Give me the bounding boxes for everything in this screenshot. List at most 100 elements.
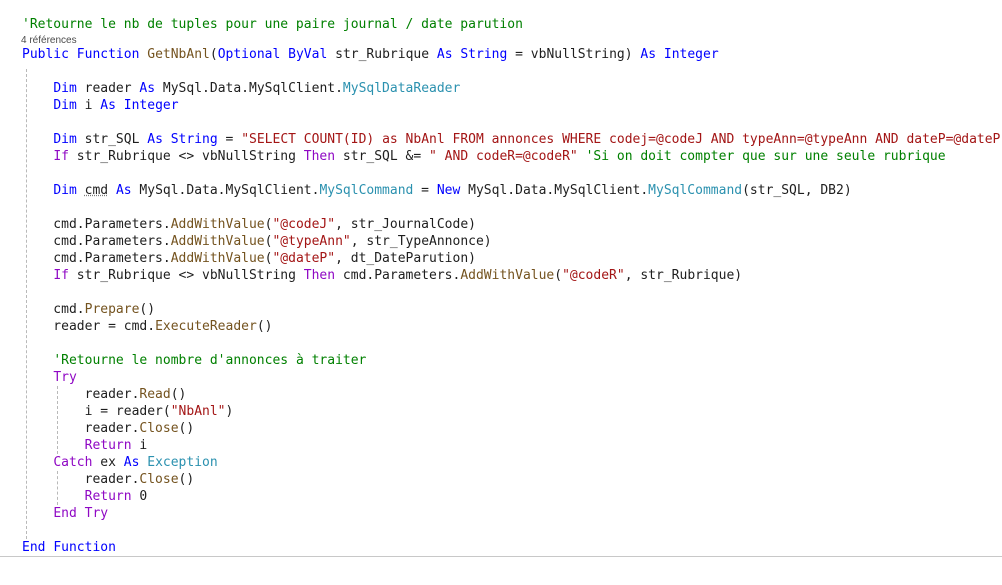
code-token: () — [178, 472, 195, 487]
code-line[interactable]: Dim str_SQL As String = "SELECT COUNT(ID… — [22, 131, 1002, 148]
code-token: Close — [139, 421, 179, 436]
code-token: Dim — [53, 183, 77, 198]
code-line[interactable]: Public Function GetNbAnl(Optional ByVal … — [22, 46, 719, 63]
code-token: str_SQL — [76, 132, 148, 147]
code-line[interactable]: i = reader("NbAnl") — [22, 403, 234, 420]
code-token: "@codeR" — [562, 268, 625, 283]
code-token: Return — [84, 489, 132, 504]
code-token: MySqlDataReader — [342, 81, 461, 96]
code-line[interactable]: reader.Close() — [22, 471, 195, 488]
code-line[interactable]: reader.Close() — [22, 420, 195, 437]
code-token: reader. — [22, 421, 140, 436]
code-line[interactable]: Catch ex As Exception — [22, 454, 218, 471]
code-token: Function — [53, 540, 116, 555]
code-token: Dim — [53, 81, 77, 96]
code-token: Close — [139, 472, 179, 487]
code-token: ( — [554, 268, 563, 283]
code-token: i = reader( — [22, 404, 171, 419]
code-token: String — [170, 132, 218, 147]
code-token: As — [436, 47, 453, 62]
code-token: Exception — [147, 455, 218, 470]
code-token: End — [53, 506, 77, 521]
editor-bottom-area — [0, 557, 1002, 585]
code-token: As — [100, 98, 116, 113]
code-line[interactable]: End Try — [22, 505, 108, 522]
code-token: 'Retourne le nb de tuples pour une paire… — [22, 17, 523, 32]
code-line[interactable]: If str_Rubrique <> vbNullString Then cmd… — [22, 267, 742, 284]
code-token: , dt_DateParution) — [335, 251, 476, 266]
code-line[interactable]: Try — [22, 369, 76, 386]
code-token: i — [76, 98, 101, 113]
indent-guide-catch — [57, 471, 58, 505]
code-token: "@dateP" — [272, 251, 336, 266]
code-line[interactable]: If str_Rubrique <> vbNullString Then str… — [22, 148, 946, 165]
code-line[interactable]: Dim cmd As MySql.Data.MySqlClient.MySqlC… — [22, 182, 852, 199]
codelens-references[interactable]: 4 références — [21, 35, 77, 47]
code-token: MySqlCommand — [648, 183, 743, 198]
code-token: GetNbAnl — [147, 47, 210, 62]
code-token: New — [436, 183, 461, 198]
code-token: Try — [84, 506, 109, 521]
code-token: cmd.Parameters. — [335, 268, 461, 283]
code-token: ) — [225, 404, 234, 419]
code-token: 'Si on doit compter que sur une seule ru… — [585, 149, 946, 164]
code-token: "@typeAnn" — [272, 234, 351, 249]
code-token: Dim — [53, 98, 77, 113]
code-token: () — [170, 387, 187, 402]
code-line[interactable]: Return i — [22, 437, 148, 454]
code-token: Dim — [53, 132, 77, 147]
code-line[interactable]: 'Retourne le nb de tuples pour une paire… — [22, 16, 523, 33]
code-token: AddWithValue — [170, 217, 265, 232]
code-token: (str_SQL, DB2) — [742, 183, 852, 198]
code-line[interactable]: Return 0 — [22, 488, 148, 505]
code-token: reader — [76, 81, 140, 96]
code-token: = vbNullString) — [507, 47, 641, 62]
code-token: Read — [139, 387, 171, 402]
code-token: cmd. — [22, 302, 85, 317]
code-token: Optional — [217, 47, 281, 62]
code-line[interactable]: reader = cmd.ExecuteReader() — [22, 318, 272, 335]
code-line[interactable]: End Function — [22, 539, 116, 556]
code-token: , str_JournalCode) — [335, 217, 476, 232]
code-token: cmd.Parameters. — [22, 217, 171, 232]
code-token: MySqlCommand — [319, 183, 414, 198]
code-token: If — [53, 268, 69, 283]
code-token: Prepare — [84, 302, 140, 317]
code-line[interactable]: cmd.Parameters.AddWithValue("@codeJ", st… — [22, 216, 476, 233]
code-editor[interactable]: 'Retourne le nb de tuples pour une paire… — [0, 0, 1002, 556]
code-token: As — [123, 455, 140, 470]
code-token: AddWithValue — [170, 234, 265, 249]
code-token: Integer — [663, 47, 719, 62]
code-line[interactable]: 'Retourne le nombre d'annonces à traiter — [22, 352, 366, 369]
code-token: MySql.Data.MySqlClient. — [131, 183, 320, 198]
code-line[interactable]: cmd.Parameters.AddWithValue("@typeAnn", … — [22, 233, 492, 250]
code-token: ByVal — [288, 47, 328, 62]
code-token: reader = cmd. — [22, 319, 156, 334]
code-line[interactable]: Dim i As Integer — [22, 97, 178, 114]
code-token: , str_Rubrique) — [624, 268, 743, 283]
code-token: () — [139, 302, 156, 317]
code-line[interactable]: cmd.Prepare() — [22, 301, 155, 318]
code-token: cmd — [84, 183, 109, 198]
code-token: "SELECT COUNT(ID) as NbAnl FROM annonces… — [241, 132, 1002, 147]
code-token: = — [413, 183, 437, 198]
code-token: " AND codeR=@codeR" — [429, 149, 578, 164]
code-line[interactable]: Dim reader As MySql.Data.MySqlClient.MyS… — [22, 80, 460, 97]
code-token: Then — [303, 149, 336, 164]
code-token: , str_TypeAnnonce) — [350, 234, 492, 249]
code-token: String — [460, 47, 508, 62]
code-line[interactable]: reader.Read() — [22, 386, 187, 403]
code-line[interactable]: cmd.Parameters.AddWithValue("@dateP", dt… — [22, 250, 476, 267]
code-token: = — [217, 132, 242, 147]
code-token: () — [178, 421, 195, 436]
code-token: 'Retourne le nombre d'annonces à traiter — [53, 353, 367, 368]
code-token: As — [147, 132, 163, 147]
code-token: reader. — [22, 472, 140, 487]
